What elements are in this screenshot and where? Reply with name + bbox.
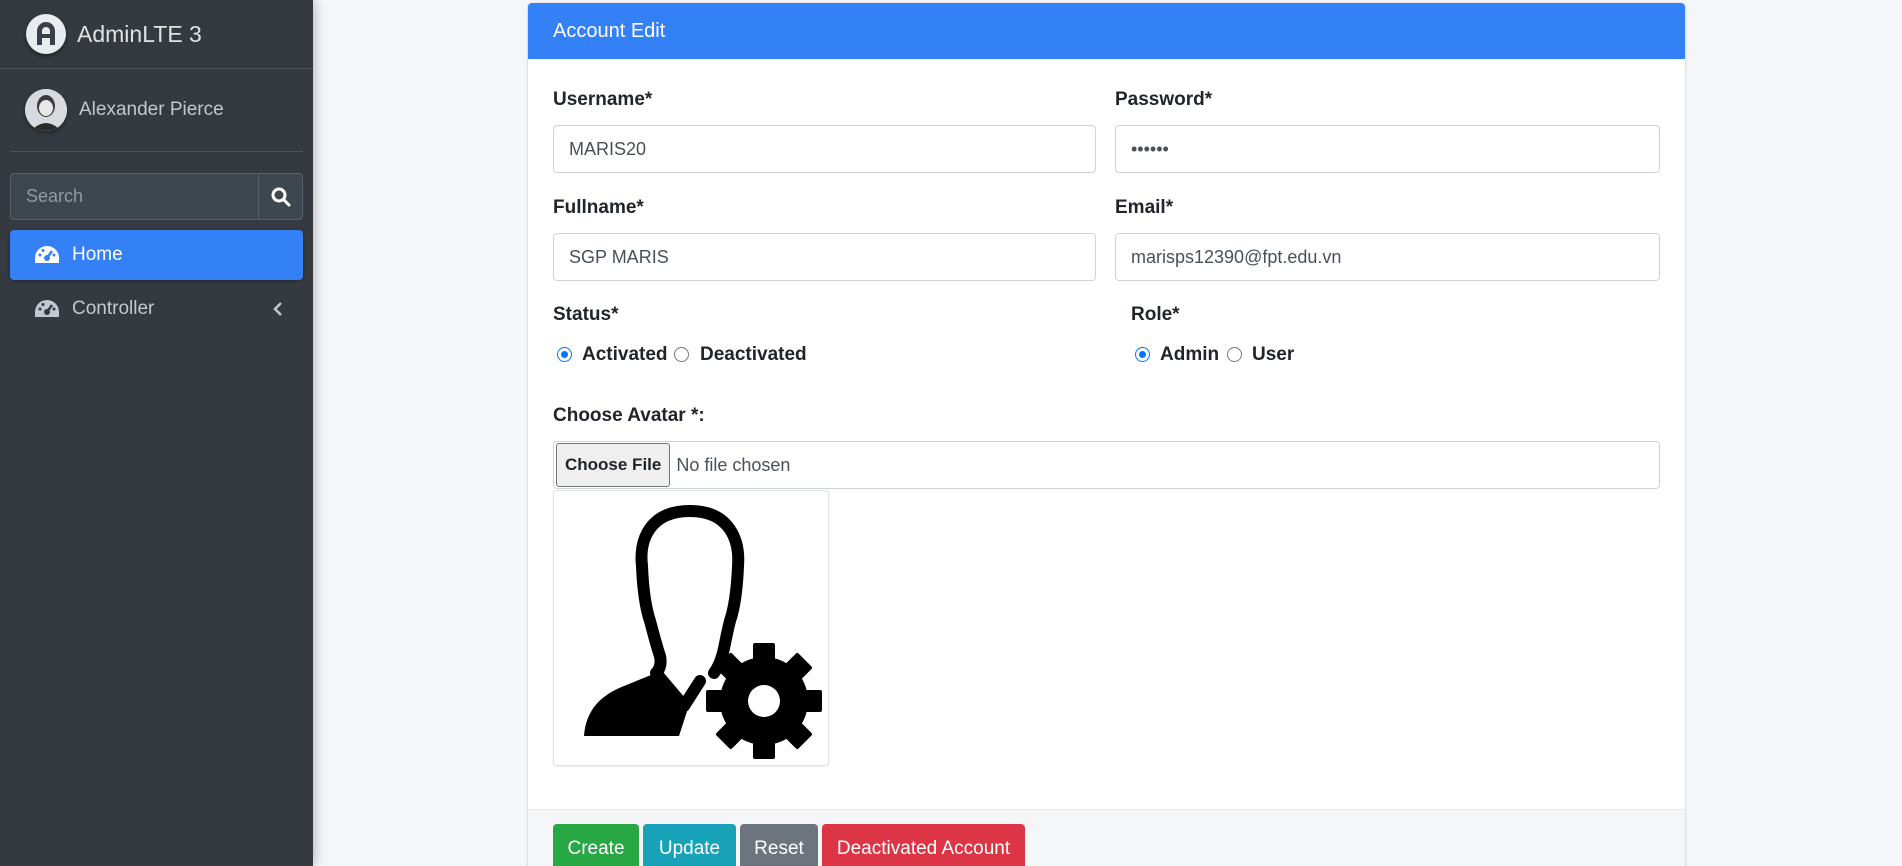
fullname-input[interactable]: SGP MARIS [553, 233, 1096, 281]
tachometer-icon [35, 246, 59, 263]
role-user-radio[interactable] [1227, 347, 1242, 362]
nav-item-home[interactable]: Home [10, 230, 303, 280]
nav-item-controller[interactable]: Controller [10, 284, 303, 334]
chevron-left-icon [273, 302, 282, 316]
search-input[interactable] [10, 173, 258, 220]
avatar-preview [553, 490, 829, 766]
search-button[interactable] [258, 173, 303, 220]
brand-text: AdminLTE 3 [77, 20, 202, 47]
role-admin-label: Admin [1160, 344, 1220, 365]
main-sidebar: AdminLTE 3 Alexander Pierce Search Home … [0, 0, 313, 866]
avatar-file-input[interactable]: Choose File No file chosen [553, 441, 1660, 489]
account-edit-card: Account Edit Username* MARIS20 Password*… [528, 3, 1685, 866]
tachometer-icon [35, 300, 59, 317]
nav-label-controller: Controller [72, 298, 155, 319]
role-user-label: User [1252, 344, 1295, 365]
card-title: Account Edit [553, 19, 666, 42]
password-input[interactable]: •••••• [1115, 125, 1660, 173]
user-panel[interactable]: Alexander Pierce [10, 69, 303, 152]
card-header: Account Edit [528, 3, 1685, 59]
choose-file-button[interactable]: Choose File [556, 443, 671, 487]
status-activated-radio[interactable] [557, 347, 572, 362]
avatar [25, 89, 67, 131]
brand-link[interactable]: AdminLTE 3 [0, 0, 313, 69]
nav-label-home: Home [72, 244, 123, 265]
update-button[interactable]: Update [643, 824, 736, 866]
role-label: Role* [1131, 304, 1180, 325]
email-label: Email* [1115, 197, 1174, 218]
username-label: Username* [553, 89, 653, 110]
brand-logo-icon [26, 14, 66, 54]
file-status-text: No file chosen [676, 454, 791, 475]
status-deactivated-radio[interactable] [674, 347, 689, 362]
password-label: Password* [1115, 89, 1213, 110]
reset-button[interactable]: Reset [740, 824, 818, 866]
deactivate-account-button[interactable]: Deactivated Account [822, 824, 1025, 866]
search-icon [271, 187, 290, 206]
status-deactivated-label: Deactivated [700, 344, 807, 365]
avatar-label: Choose Avatar *: [553, 405, 705, 426]
email-input[interactable]: marisps12390@fpt.edu.vn [1115, 233, 1660, 281]
status-label: Status* [553, 304, 619, 325]
fullname-label: Fullname* [553, 197, 644, 218]
user-name: Alexander Pierce [79, 99, 224, 120]
role-admin-radio[interactable] [1135, 347, 1150, 362]
status-activated-label: Activated [582, 344, 668, 365]
sidebar-search [10, 173, 303, 220]
user-gear-icon [584, 505, 822, 759]
username-input[interactable]: MARIS20 [553, 125, 1096, 173]
create-button[interactable]: Create [553, 824, 639, 866]
